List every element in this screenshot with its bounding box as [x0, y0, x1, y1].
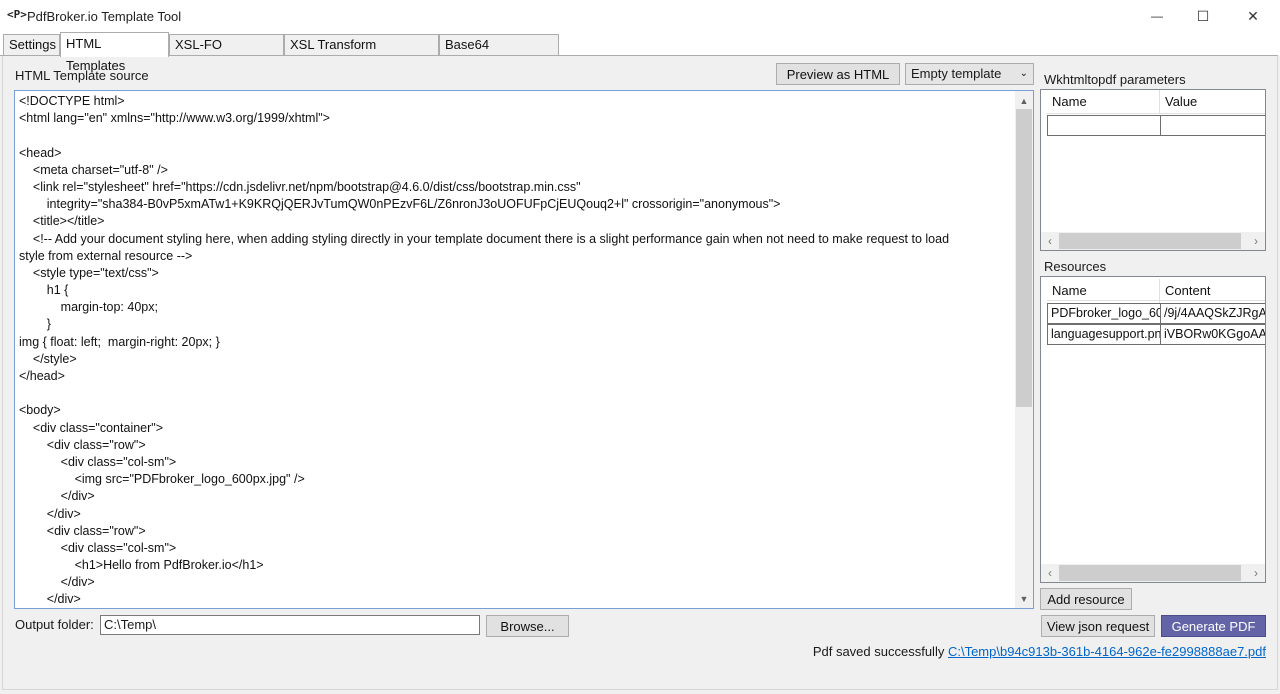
output-folder-label: Output folder: — [15, 617, 94, 632]
generate-pdf-button[interactable]: Generate PDF — [1161, 615, 1266, 637]
minimize-icon: — — [1151, 9, 1163, 23]
output-folder-input[interactable]: C:\Temp\ — [100, 615, 480, 635]
params-hscrollbar[interactable]: ‹ › — [1041, 232, 1265, 250]
template-select-value: Empty template — [911, 66, 1002, 81]
code-line[interactable]: <body> — [19, 402, 1013, 419]
params-header: Name Value — [1047, 90, 1265, 114]
app-icon: <P> — [7, 8, 27, 21]
scroll-up-icon[interactable]: ▲ — [1015, 92, 1033, 109]
scroll-right-icon[interactable]: › — [1247, 564, 1265, 582]
code-line[interactable]: <style type="text/css"> — [19, 265, 1013, 282]
scroll-thumb[interactable] — [1016, 109, 1032, 407]
code-line[interactable]: <meta charset="utf-8" /> — [19, 162, 1013, 179]
code-line[interactable]: <div class="container"> — [19, 420, 1013, 437]
code-line[interactable]: </head> — [19, 368, 1013, 385]
maximize-button[interactable]: ☐ — [1180, 0, 1226, 32]
params-col-name[interactable]: Name — [1047, 90, 1160, 114]
params-row[interactable] — [1047, 115, 1265, 136]
template-select[interactable]: Empty template ⌄ — [905, 63, 1034, 85]
resource-row[interactable]: languagesupport.png iVBORw0KGgoAAAANSU — [1047, 324, 1265, 345]
code-line[interactable]: <html lang="en" xmlns="http://www.w3.org… — [19, 110, 1013, 127]
tab-html-templates[interactable]: HTML Templates — [60, 32, 169, 73]
resources-hscrollbar[interactable]: ‹ › — [1041, 564, 1265, 582]
params-hscroll-thumb[interactable] — [1059, 233, 1241, 249]
code-line[interactable]: </div> — [19, 591, 1013, 608]
title-bar: <P> PdfBroker.io Template Tool — ☐ ✕ — [0, 0, 1280, 32]
pdf-link[interactable]: C:\Temp\b94c913b-361b-4164-962e-fe299888… — [948, 644, 1266, 659]
close-icon: ✕ — [1247, 7, 1259, 24]
scroll-right-icon[interactable]: › — [1247, 232, 1265, 250]
code-line[interactable]: <div class="row"> — [19, 437, 1013, 454]
resources-header: Name Content — [1047, 277, 1265, 303]
resource-name[interactable]: PDFbroker_logo_600px.jpg — [1047, 303, 1161, 324]
resources-title: Resources — [1044, 259, 1107, 274]
code-line[interactable]: margin-top: 40px; — [19, 299, 1013, 316]
code-line[interactable]: <!DOCTYPE html> — [19, 93, 1013, 110]
maximize-icon: ☐ — [1196, 7, 1210, 24]
code-line[interactable]: <div class="col-sm"> — [19, 454, 1013, 471]
editor-scrollbar[interactable]: ▲ ▼ — [1015, 91, 1033, 608]
code-line[interactable]: </style> — [19, 351, 1013, 368]
code-line[interactable]: <img src="PDFbroker_logo_600px.jpg" /> — [19, 471, 1013, 488]
resource-content[interactable]: /9j/4AAQSkZJRgABAQ — [1160, 303, 1265, 324]
params-cell-value[interactable] — [1160, 115, 1265, 136]
chevron-down-icon: ⌄ — [1019, 68, 1028, 79]
resources-hscroll-thumb[interactable] — [1059, 565, 1241, 581]
minimize-button[interactable]: — — [1134, 0, 1180, 32]
code-line[interactable] — [19, 127, 1013, 144]
tab-xsl-fo-templates[interactable]: XSL-FO Templates — [169, 34, 284, 72]
scroll-down-icon[interactable]: ▼ — [1015, 590, 1033, 607]
code-line[interactable]: </div> — [19, 574, 1013, 591]
status-message: Pdf saved successfully — [812, 644, 945, 659]
tab-settings[interactable]: Settings — [3, 34, 60, 56]
params-title: Wkhtmltopdf parameters — [1044, 72, 1186, 87]
code-line[interactable]: <!-- Add your document styling here, whe… — [19, 231, 1013, 248]
window-title: PdfBroker.io Template Tool — [27, 9, 182, 24]
code-line[interactable]: integrity="sha384-B0vP5xmATw1+K9KRQjQERJ… — [19, 196, 1013, 213]
resources-col-name[interactable]: Name — [1047, 279, 1160, 303]
code-line[interactable]: h1 { — [19, 282, 1013, 299]
status-bar: Pdf saved successfully C:\Temp\b94c913b-… — [813, 644, 1266, 659]
view-json-request-button[interactable]: View json request — [1041, 615, 1155, 637]
code-line[interactable]: <div class="col-sm"> — [19, 540, 1013, 557]
preview-button[interactable]: Preview as HTML — [776, 63, 900, 85]
code-line[interactable]: style from external resource --> — [19, 248, 1013, 265]
params-grid[interactable]: Name Value ‹ › — [1040, 89, 1266, 251]
scroll-left-icon[interactable]: ‹ — [1041, 232, 1059, 250]
params-cell-name[interactable] — [1047, 115, 1161, 136]
code-line[interactable]: </div> — [19, 488, 1013, 505]
template-source-editor[interactable]: <!DOCTYPE html> <html lang="en" xmlns="ht… — [14, 90, 1034, 609]
resource-content[interactable]: iVBORw0KGgoAAAANSU — [1160, 324, 1265, 345]
code-line[interactable]: <h1>Hello from PdfBroker.io</h1> — [19, 557, 1013, 574]
browse-button[interactable]: Browse... — [486, 615, 569, 637]
tab-strip: Settings HTML Templates XSL-FO Templates… — [0, 32, 1280, 73]
resources-grid[interactable]: Name Content PDFbroker_logo_600px.jpg /9… — [1040, 276, 1266, 583]
params-col-value[interactable]: Value — [1160, 90, 1265, 114]
tab-xsl-transform-templates[interactable]: XSL Transform Templates — [284, 34, 439, 72]
code-line[interactable]: <title></title> — [19, 213, 1013, 230]
resources-col-content[interactable]: Content — [1160, 279, 1265, 303]
add-resource-button[interactable]: Add resource — [1040, 588, 1132, 610]
code-line[interactable]: <head> — [19, 145, 1013, 162]
code-line[interactable]: } — [19, 316, 1013, 333]
close-button[interactable]: ✕ — [1230, 0, 1276, 32]
code-line[interactable]: <div class="row"> — [19, 523, 1013, 540]
code-line[interactable]: </div> — [19, 506, 1013, 523]
code-content[interactable]: <!DOCTYPE html> <html lang="en" xmlns="ht… — [19, 93, 1013, 608]
scroll-left-icon[interactable]: ‹ — [1041, 564, 1059, 582]
code-line[interactable] — [19, 385, 1013, 402]
code-line[interactable]: img { float: left; margin-right: 20px; } — [19, 334, 1013, 351]
tab-base64-conversion[interactable]: Base64 Conversion — [439, 34, 559, 72]
code-line[interactable]: <link rel="stylesheet" href="https://cdn… — [19, 179, 1013, 196]
resource-name[interactable]: languagesupport.png — [1047, 324, 1161, 345]
resource-row[interactable]: PDFbroker_logo_600px.jpg /9j/4AAQSkZJRgA… — [1047, 303, 1265, 324]
